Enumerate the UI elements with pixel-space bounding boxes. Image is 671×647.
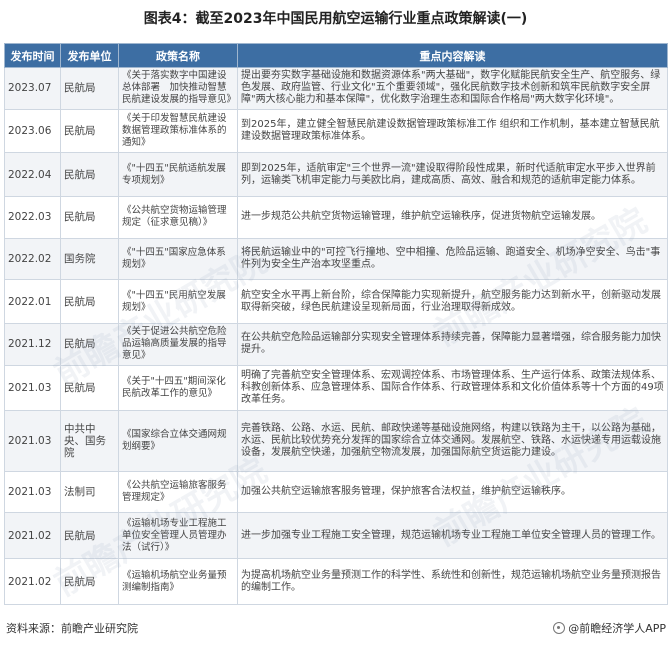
unit-cell: 民航局 [60, 108, 119, 154]
table-row: 2021.03 法制司 《公共航空运输旅客服务管理规定》 加强公共航空运输旅客服务管理… [4, 470, 668, 514]
unit-cell: 民航局 [60, 196, 119, 239]
header-content: 重点内容解读 [237, 43, 668, 68]
brand-credit: @前瞻经济学人APP [553, 620, 666, 636]
content-cell: 在公共航空危险品运输部分实现安全管理体系持续完善，保障能力显著增强，综合服务能力… [237, 322, 668, 366]
date-cell: 2022.04 [4, 152, 61, 198]
date-cell: 2021.03 [4, 364, 61, 412]
policy-name-cell: 《"十四五"国家应急体系规划》 [118, 237, 238, 281]
policy-name-cell: 《运输机场航空业务量预测编制指南》 [118, 558, 238, 605]
policy-name-cell: 《"十四五"民航适航发展专项规划》 [118, 152, 238, 198]
policy-name-cell: 《公共航空货物运输管理规定（征求意见稿）》 [118, 196, 238, 239]
policy-name-cell: 《运输机场专业工程施工单位安全管理人员管理办法（试行）》 [118, 512, 238, 560]
unit-cell: 中共中央、国务院 [60, 410, 119, 472]
unit-cell: 民航局 [60, 279, 119, 324]
policy-name-cell: 《关于促进公共航空危险品运输高质量发展的指导意见》 [118, 322, 238, 366]
content-cell: 为提高机场航空业务量预测工作的科学性、系统性和创新性，规范运输机场航空业务量预测… [237, 558, 668, 605]
date-cell: 2021.03 [4, 470, 61, 514]
table-row: 2022.04 民航局 《"十四五"民航适航发展专项规划》 即到2025年，适航审定"… [4, 152, 668, 198]
policy-name-cell: 《关于印发智慧民航建设数据管理政策标准体系的通知》 [118, 108, 238, 154]
unit-cell: 民航局 [60, 364, 119, 412]
unit-cell: 法制司 [60, 470, 119, 514]
table-row: 2023.06 民航局 《关于印发智慧民航建设数据管理政策标准体系的通知》 到2025… [4, 108, 668, 154]
header-date: 发布时间 [4, 43, 61, 68]
content-cell: 提出要夯实数字基础设施和数据资源体系"两大基础"，数字化赋能民航安全生产、航空服… [237, 67, 668, 110]
header-unit: 发布单位 [60, 43, 119, 68]
chart-title: 图表4：截至2023年中国民用航空运输行业重点政策解读(一) [143, 11, 528, 27]
date-cell: 2023.06 [4, 108, 61, 154]
table-row: 2021.03 民航局 《关于"十四五"期间深化民航改革工作的意见》 明确了完善航空安… [4, 364, 668, 412]
unit-cell: 民航局 [60, 152, 119, 198]
unit-cell: 国务院 [60, 237, 119, 281]
date-cell: 2022.02 [4, 237, 61, 281]
content-cell: 将民航运输业中的"可控飞行撞地、空中相撞、危险品运输、跑道安全、机场净空安全、鸟… [237, 237, 668, 281]
table-row: 2023.07 民航局 《关于落实数字中国建设总体部署 加快推动智慧民航建设发展的指… [4, 67, 668, 110]
content-cell: 进一步加强专业工程施工安全管理，规范运输机场专业工程施工单位安全管理人员的管理工… [237, 512, 668, 560]
policy-table: 发布时间 发布单位 政策名称 重点内容解读 2023.07 民航局 《关于落实数字中… [4, 43, 668, 605]
source-note: 资料来源：前瞻产业研究院 [6, 622, 138, 635]
brand-logo-icon [553, 622, 566, 634]
date-cell: 2021.03 [4, 410, 61, 472]
header-policy-name: 政策名称 [118, 43, 238, 68]
date-cell: 2021.02 [4, 512, 61, 560]
table-body: 2023.07 民航局 《关于落实数字中国建设总体部署 加快推动智慧民航建设发展的指… [4, 67, 668, 605]
date-cell: 2022.01 [4, 279, 61, 324]
brand-text: @前瞻经济学人APP [568, 622, 666, 635]
content-cell: 完善铁路、公路、水运、民航、邮政快递等基础设施网络，构建以铁路为主干，以公路为基… [237, 410, 668, 472]
content-cell: 明确了完善航空安全管理体系、宏观调控体系、市场管理体系、生产运行体系、政策法规体… [237, 364, 668, 412]
date-cell: 2022.03 [4, 196, 61, 239]
date-cell: 2021.02 [4, 558, 61, 605]
unit-cell: 民航局 [60, 67, 119, 110]
content-cell: 进一步规范公共航空货物运输管理，维护航空运输秩序，促进货物航空运输发展。 [237, 196, 668, 239]
date-cell: 2021.12 [4, 322, 61, 366]
unit-cell: 民航局 [60, 558, 119, 605]
content-cell: 到2025年，建立健全智慧民航建设数据管理政策标准工作 组织和工作机制，基本建立… [237, 108, 668, 154]
date-cell: 2023.07 [4, 67, 61, 110]
policy-name-cell: 《关于"十四五"期间深化民航改革工作的意见》 [118, 364, 238, 412]
table-row: 2021.12 民航局 《关于促进公共航空危险品运输高质量发展的指导意见》 在公共航空… [4, 322, 668, 366]
policy-name-cell: 《关于落实数字中国建设总体部署 加快推动智慧民航建设发展的指导意见》 [118, 67, 238, 110]
policy-name-cell: 《公共航空运输旅客服务管理规定》 [118, 470, 238, 514]
content-cell: 航空安全水平再上新台阶，综合保障能力实现新提升，航空服务能力达到新水平，创新驱动… [237, 279, 668, 324]
content-cell: 加强公共航空运输旅客服务管理，保护旅客合法权益，维护航空运输秩序。 [237, 470, 668, 514]
policy-name-cell: 《国家综合立体交通网规划纲要》 [118, 410, 238, 472]
unit-cell: 民航局 [60, 322, 119, 366]
table-row: 2021.02 民航局 《运输机场航空业务量预测编制指南》 为提高机场航空业务量预测工… [4, 558, 668, 605]
policy-name-cell: 《"十四五"民用航空发展规划》 [118, 279, 238, 324]
content-cell: 即到2025年，适航审定"三个世界一流"建设取得阶段性成果，新时代适航审定水平步… [237, 152, 668, 198]
table-row: 2022.01 民航局 《"十四五"民用航空发展规划》 航空安全水平再上新台阶，综合保… [4, 279, 668, 324]
table-row: 2021.02 民航局 《运输机场专业工程施工单位安全管理人员管理办法（试行）》 进一… [4, 512, 668, 560]
table-header: 发布时间 发布单位 政策名称 重点内容解读 [4, 43, 668, 68]
footer: 资料来源：前瞻产业研究院 @前瞻经济学人APP [6, 618, 666, 638]
table-row: 2021.03 中共中央、国务院 《国家综合立体交通网规划纲要》 完善铁路、公路、水运… [4, 410, 668, 472]
unit-cell: 民航局 [60, 512, 119, 560]
table-row: 2022.03 民航局 《公共航空货物运输管理规定（征求意见稿）》 进一步规范公共航空… [4, 196, 668, 239]
table-row: 2022.02 国务院 《"十四五"国家应急体系规划》 将民航运输业中的"可控飞行撞地… [4, 237, 668, 281]
